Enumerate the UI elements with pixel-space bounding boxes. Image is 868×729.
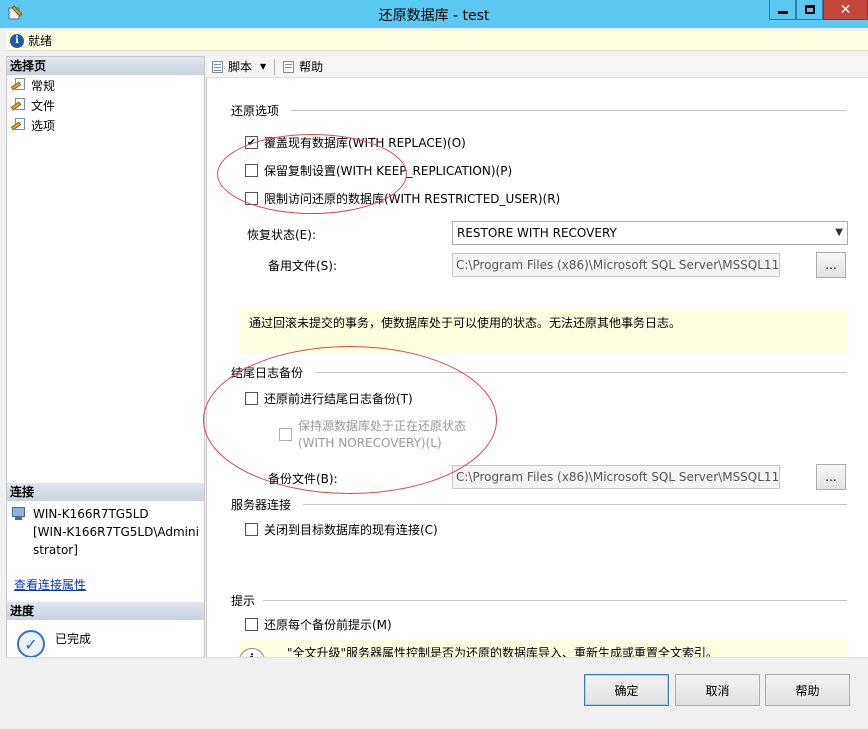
connection-user-cont: strator] [33, 543, 78, 557]
prompt-each-option[interactable]: 还原每个备份前提示(M) [245, 616, 392, 633]
cancel-button[interactable]: 取消 [675, 674, 760, 706]
dropdown-arrow-icon[interactable]: ▼ [260, 62, 266, 71]
minimize-button[interactable] [769, 0, 796, 20]
page-icon [10, 118, 27, 132]
standby-file-value: C:\Program Files (x86)\Microsoft SQL Ser… [456, 258, 780, 272]
close-icon: ✕ [839, 1, 852, 18]
keep-replication-label: 保留复制设置(WITH KEEP_REPLICATION)(P) [264, 164, 513, 178]
standby-browse-button[interactable]: ... [816, 252, 846, 278]
connection-user: [WIN-K166R7TG5LD\Admini [33, 525, 199, 539]
window-frame: i 就绪 选择页 常规 文件 选项 连接 WIN-K166R7TG5LD [WI… [0, 28, 868, 729]
norecovery-checkbox[interactable] [279, 428, 292, 441]
close-button[interactable]: ✕ [823, 0, 868, 20]
page-item-label: 常规 [31, 78, 56, 93]
info-icon: i [10, 33, 24, 48]
connection-section: 连接 WIN-K166R7TG5LD [WIN-K166R7TG5LD\Admi… [7, 483, 204, 563]
help-icon [281, 60, 297, 74]
page-icon [10, 98, 27, 112]
status-text: 就绪 [28, 34, 53, 48]
help-toolbar-button[interactable]: 帮助 [281, 58, 323, 75]
backup-file-value: C:\Program Files (x86)\Microsoft SQL Ser… [456, 470, 780, 484]
tail-log-option[interactable]: 还原前进行结尾日志备份(T) [245, 390, 413, 407]
chevron-down-icon: ▼ [835, 227, 843, 238]
page-item-files[interactable]: 文件 [7, 95, 204, 115]
minimize-icon [777, 11, 788, 14]
maximize-icon [804, 5, 815, 14]
page-item-general[interactable]: 常规 [7, 75, 204, 95]
script-label: 脚本 [228, 60, 253, 74]
help-button[interactable]: 帮助 [765, 674, 850, 706]
overwrite-option[interactable]: ✔ 覆盖现有数据库(WITH REPLACE)(O) [245, 134, 466, 151]
standby-file-field[interactable]: C:\Program Files (x86)\Microsoft SQL Ser… [452, 253, 780, 277]
prompt-each-checkbox[interactable] [245, 618, 258, 631]
left-panel: 选择页 常规 文件 选项 连接 WIN-K166R7TG5LD [WIN-K16… [6, 56, 205, 684]
prompt-each-label: 还原每个备份前提示(M) [264, 618, 392, 632]
toolbar-separator [274, 58, 276, 75]
pages-header: 选择页 [7, 57, 204, 75]
progress-header: 进度 [7, 602, 204, 620]
view-connection-properties-link[interactable]: 查看连接属性 [14, 576, 86, 593]
script-icon [210, 60, 226, 74]
restricted-user-label: 限制访问还原的数据库(WITH RESTRICTED_USER)(R) [264, 192, 561, 206]
tail-log-checkbox[interactable] [245, 392, 258, 405]
standby-file-label: 备用文件(S): [268, 259, 338, 273]
maximize-button[interactable] [796, 0, 823, 20]
connection-info: WIN-K166R7TG5LD [WIN-K166R7TG5LD\Admini … [33, 505, 199, 559]
page-item-options[interactable]: 选项 [7, 115, 204, 135]
toolbar: 脚本 ▼ 帮助 [206, 56, 868, 78]
recovery-state-value: RESTORE WITH RECOVERY [457, 226, 617, 240]
button-bar: 确定 取消 帮助 [6, 657, 868, 729]
backup-file-field[interactable]: C:\Program Files (x86)\Microsoft SQL Ser… [452, 465, 780, 489]
server-connections-title: 服务器连接 [231, 498, 292, 512]
progress-status: 已完成 [55, 631, 92, 646]
page-item-label: 选项 [31, 118, 56, 133]
overwrite-label: 覆盖现有数据库(WITH REPLACE)(O) [264, 136, 466, 150]
norecovery-label: 保持源数据库处于正在还原状态 (WITH NORECOVERY)(L) [298, 418, 466, 452]
server-icon [11, 505, 27, 521]
restricted-user-option[interactable]: 限制访问还原的数据库(WITH RESTRICTED_USER)(R) [245, 190, 560, 207]
connection-header: 连接 [7, 483, 204, 501]
prompt-title: 提示 [231, 594, 256, 608]
divider [303, 504, 847, 505]
help-label: 帮助 [299, 60, 324, 74]
close-connections-checkbox[interactable] [245, 523, 258, 536]
options-panel: 还原选项 ✔ 覆盖现有数据库(WITH REPLACE)(O) 保留复制设置(W… [203, 78, 868, 684]
keep-replication-option[interactable]: 保留复制设置(WITH KEEP_REPLICATION)(P) [245, 162, 512, 179]
divider [263, 600, 847, 601]
norecovery-label-line1: 保持源数据库处于正在还原状态 [298, 419, 467, 433]
close-connections-option[interactable]: 关闭到目标数据库的现有连接(C) [245, 521, 438, 538]
tail-log-title: 结尾日志备份 [231, 366, 304, 380]
backup-file-label: 备份文件(B): [268, 472, 338, 486]
restore-options-title: 还原选项 [231, 104, 280, 118]
recovery-state-select[interactable]: RESTORE WITH RECOVERY ▼ [452, 221, 848, 245]
norecovery-label-line2: (WITH NORECOVERY)(L) [298, 436, 442, 450]
backup-browse-button[interactable]: ... [816, 464, 846, 490]
close-connections-label: 关闭到目标数据库的现有连接(C) [264, 523, 438, 537]
check-icon: ✓ [17, 630, 45, 658]
recovery-description: 通过回滚未提交的事务，使数据库处于可以使用的状态。无法还原其他事务日志。 [239, 310, 847, 354]
tail-log-label: 还原前进行结尾日志备份(T) [264, 392, 413, 406]
page-icon [10, 78, 27, 92]
divider [291, 110, 847, 111]
overwrite-checkbox[interactable]: ✔ [245, 136, 258, 149]
script-button[interactable]: 脚本 ▼ [210, 58, 266, 75]
restricted-user-checkbox[interactable] [245, 192, 258, 205]
divider [315, 372, 847, 373]
progress-section: 进度 ✓ 已完成 [7, 602, 204, 658]
norecovery-option[interactable]: 保持源数据库处于正在还原状态 (WITH NORECOVERY)(L) [279, 418, 466, 452]
ok-button[interactable]: 确定 [584, 674, 669, 706]
recovery-state-label: 恢复状态(E): [247, 228, 316, 242]
keep-replication-checkbox[interactable] [245, 164, 258, 177]
window-title: 还原数据库 - test [378, 8, 490, 24]
title-bar: 还原数据库 - test ✕ [0, 0, 868, 28]
status-bar: i 就绪 [6, 31, 868, 51]
page-item-label: 文件 [31, 98, 56, 113]
connection-server: WIN-K166R7TG5LD [33, 507, 149, 521]
